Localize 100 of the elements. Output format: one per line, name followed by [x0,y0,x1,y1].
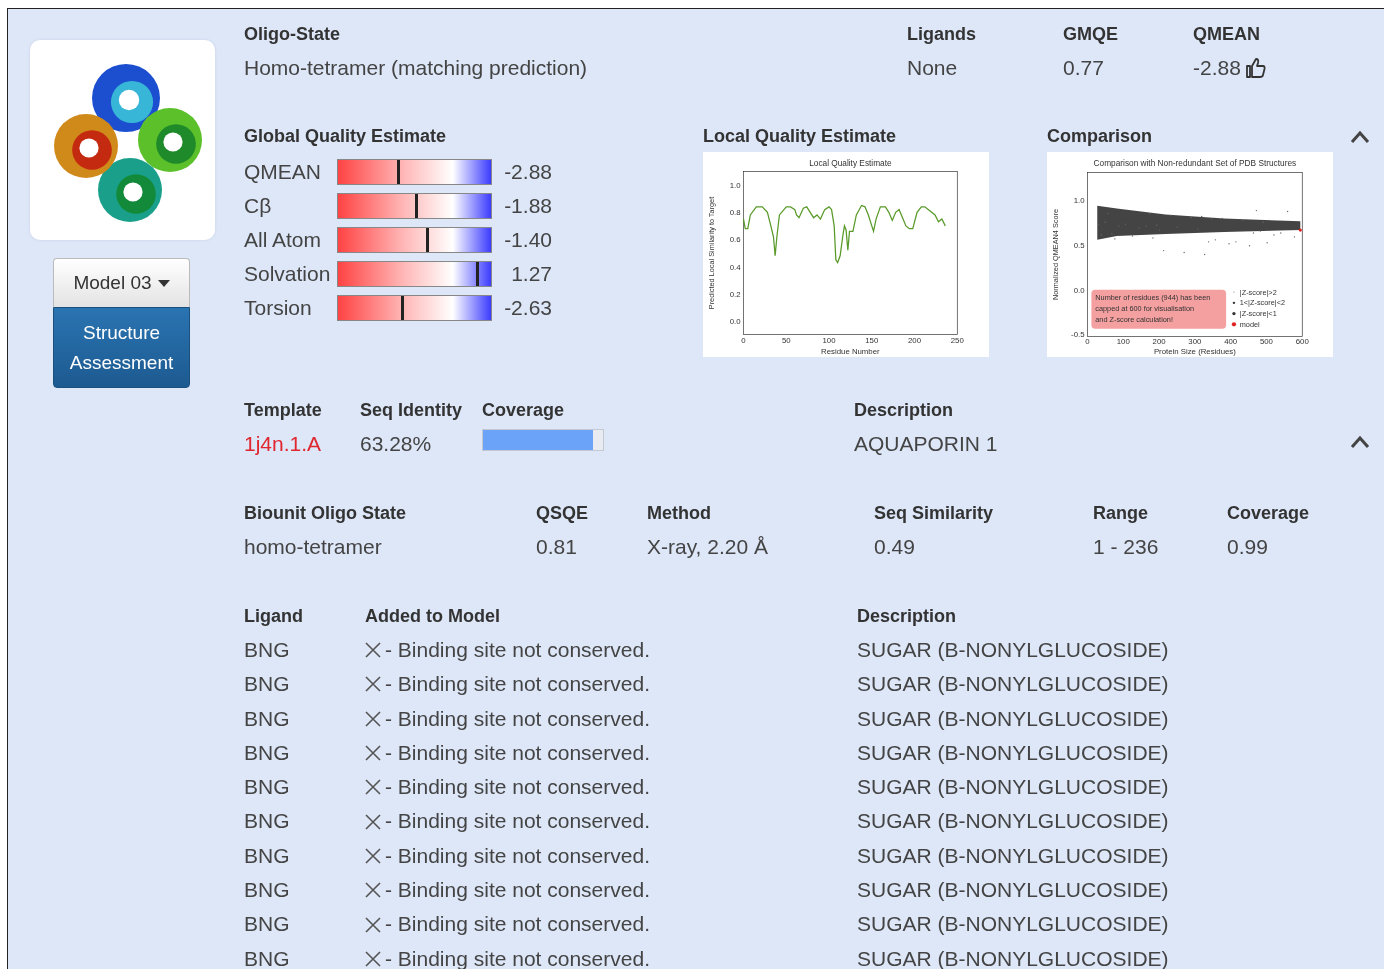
field-label: Biounit Oligo State [244,502,407,525]
ligand-link[interactable]: BNG [244,838,365,874]
ligand-link[interactable]: BNG [244,941,365,969]
table-cell-text: SUGAR (B-NONYLGLUCOSIDE) [857,637,1170,663]
field-value: -2.88 [1193,55,1241,81]
tick-label: 50 [781,336,791,346]
field-value: homo-tetramer [244,534,383,560]
ligand-link[interactable]: BNG [244,633,365,668]
status-text: - Binding site not conserved. [385,705,650,732]
column-header: Coverage [482,399,566,422]
tick-label: 100 [1116,337,1130,347]
tick-label: 100 [822,336,836,346]
table-cell-text: SUGAR (B-NONYLGLUCOSIDE) [857,739,1170,766]
tick-label: 0.8 [729,208,741,218]
column-header: Description [857,605,958,628]
score-label: Torsion [244,296,313,320]
field-value: Homo-tetramer (matching prediction) [244,55,588,81]
chevron-up-icon[interactable] [1350,435,1370,449]
field-label: Range [1093,502,1149,525]
score-value: -2.63 [503,296,552,320]
status-text: - Binding site not conserved. [385,774,650,801]
legend-marker-icon [1233,291,1235,293]
field-label: Coverage [1227,502,1311,525]
field-value: None [907,55,958,81]
ligand-link[interactable]: BNG [244,907,365,942]
tick-label: 0.0 [1073,285,1085,295]
tick-label: 400 [1224,337,1238,347]
chevron-up-icon[interactable] [1350,130,1370,144]
table-cell-text: SUGAR (B-NONYLGLUCOSIDE) [857,774,1170,801]
field-label: GMQE [1063,23,1119,46]
tick-label: 0.4 [729,262,741,272]
field-label: QMEAN [1193,23,1261,46]
field-label: Ligands [907,23,977,46]
column-header: Template [244,399,323,422]
field-value: AQUAPORIN 1 [854,431,999,457]
legend-marker-icon [1232,301,1236,304]
tick-label: 0.2 [729,289,741,299]
status-text: - Binding site not conserved. [385,808,650,835]
status-text: - Binding site not conserved. [385,671,650,698]
column-header: Description [854,399,955,422]
tick-label: 0.5 [1073,240,1085,250]
tick-label: 1.0 [729,181,741,191]
plot-title: Comparison with Non-redundant Set of PDB Structures [1093,157,1297,168]
tick-label: 1.0 [1073,195,1085,205]
score-value: -1.88 [503,194,552,218]
structure-assessment-button[interactable]: Structure Assessment [53,307,190,388]
field-label: Method [647,502,712,525]
template-link[interactable]: 1j4n.1.A [244,427,360,461]
field-label: QSQE [536,502,589,525]
score-label: Cβ [244,194,273,218]
tick-label: 250 [950,336,964,346]
column-header: Added to Model [365,605,501,628]
field-value: 1 - 236 [1093,534,1160,560]
tick-label: 0 [1085,337,1090,347]
tick-label: 0.6 [729,235,741,245]
tick-label: 500 [1259,337,1273,347]
field-value: X-ray, 2.20 Å [647,534,769,560]
model-dropdown[interactable]: Model 03 [53,258,190,307]
score-value: -1.40 [503,228,552,252]
status-text: - Binding site not conserved. [385,911,650,938]
section-title: Global Quality Estimate [244,125,448,148]
tick-label: 0.0 [729,316,741,326]
ligand-link[interactable]: BNG [244,667,365,702]
score-value: -2.88 [503,160,552,184]
tick-label: 200 [1152,337,1166,347]
ligand-link[interactable]: BNG [244,804,365,839]
ligand-link[interactable]: BNG [244,873,365,908]
axis-label: Protein Size (Residues) [1153,347,1236,357]
tick-label: 300 [1188,337,1202,347]
column-header: Seq Identity [360,399,463,422]
caret-icon [157,279,170,287]
axis-label: Residue Number [821,347,880,357]
score-label: All Atom [244,228,323,252]
ligand-link[interactable]: BNG [244,735,365,771]
tick-label: 150 [865,336,879,346]
status-text: - Binding site not conserved. [385,739,650,766]
score-label: Solvation [244,262,332,286]
status-text: - Binding site not conserved. [385,842,650,869]
field-value: 0.81 [536,534,578,560]
score-label: QMEAN [244,160,322,184]
table-cell-text: SUGAR (B-NONYLGLUCOSIDE) [857,808,1170,835]
field-value: 0.77 [1063,55,1104,81]
ligand-link[interactable]: BNG [244,701,365,736]
tick-label: 600 [1295,337,1309,347]
model-point-icon [1298,228,1302,232]
tick-label: 200 [908,336,922,346]
tick-label: -0.5 [1071,330,1085,340]
field-label: Seq Similarity [874,502,995,525]
field-label: Oligo-State [244,23,341,46]
section-title: Comparison [1047,125,1153,148]
legend-marker-icon [1231,322,1237,327]
table-cell-text: SUGAR (B-NONYLGLUCOSIDE) [857,877,1170,904]
legend-marker-icon [1232,311,1236,316]
score-value: 1.27 [510,262,552,286]
ligand-link[interactable]: BNG [244,770,365,805]
table-cell-text: SUGAR (B-NONYLGLUCOSIDE) [857,671,1170,698]
table-cell-text: SUGAR (B-NONYLGLUCOSIDE) [857,911,1170,938]
field-value: 0.49 [874,534,916,560]
table-cell-text: SUGAR (B-NONYLGLUCOSIDE) [857,842,1170,869]
column-header: Ligand [244,605,304,628]
